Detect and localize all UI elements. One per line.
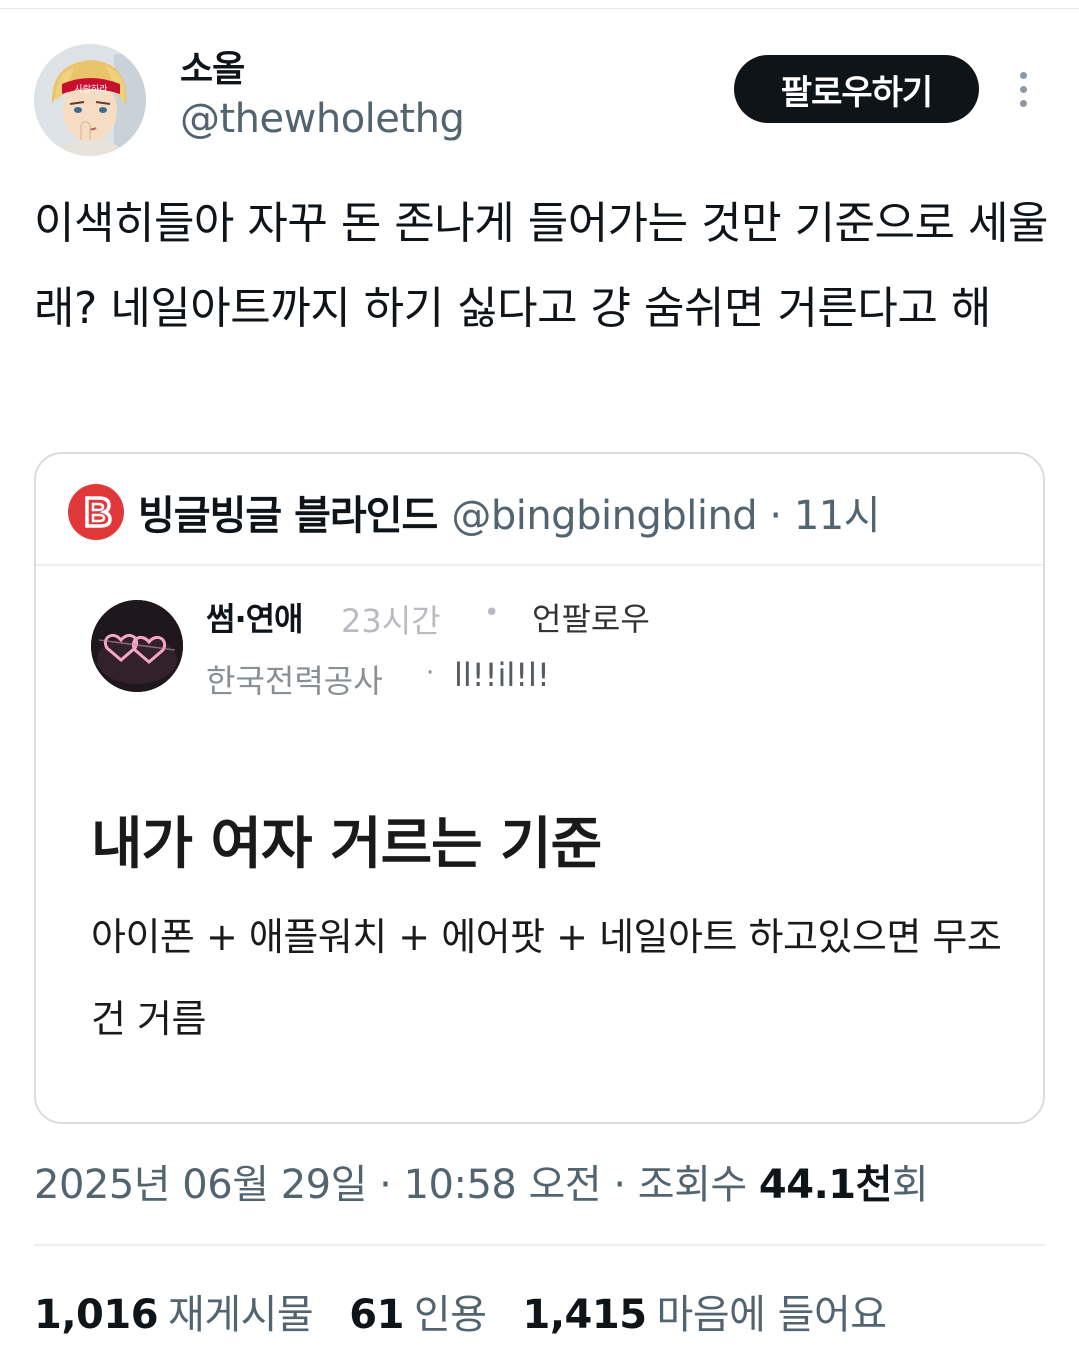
engagement-stats: 1,016 재게시물 61 인용 1,415 마음에 들어요 <box>34 1282 923 1340</box>
inner-post-body: 아이폰 + 애플워치 + 에어팟 + 네일아트 하고있으면 무조건 거름 <box>91 915 1002 1041</box>
likes-stat[interactable]: 1,415 마음에 들어요 <box>522 1282 888 1340</box>
quote-author-name[interactable]: 빙글빙글 블라인드 <box>138 483 438 541</box>
retweets-stat[interactable]: 1,016 재게시물 <box>34 1282 314 1340</box>
quote-handle-time: @bingbingblind · 11시 <box>451 493 881 539</box>
bingbing-logo-icon <box>68 484 124 540</box>
view-count: 44.1천 <box>758 1162 893 1208</box>
retweets-label: 재게시물 <box>168 1292 314 1338</box>
quoted-tweet-card[interactable]: 빙글빙글 블라인드 @bingbingblind · 11시 썸·연애 23시간… <box>34 452 1045 1124</box>
inner-unfollow-link: 언팔로우 <box>532 600 650 638</box>
likes-label: 마음에 들어요 <box>656 1292 888 1338</box>
tweet-text: 이색히들아 자꾸 돈 존나게 들어가는 것만 기준으로 세울래? 네일아트까지 … <box>34 198 1048 334</box>
inner-post-nickname: ll!!il!l! <box>454 656 550 694</box>
author-display-name[interactable]: 소올 <box>180 40 245 92</box>
more-options-icon[interactable] <box>1010 70 1038 110</box>
author-avatar[interactable]: 사랑하라 <box>34 44 146 156</box>
inner-post-category: 썸·연애 <box>206 600 303 638</box>
tweet-meta: 2025년 06월 29일 · 10:58 오전 · 조회수 44.1천회 <box>34 1152 929 1210</box>
avatar-headband-text: 사랑하라 <box>74 83 108 95</box>
inner-post-separator: • <box>484 598 500 628</box>
inner-post-title: 내가 여자 거르는 기준 <box>91 812 602 877</box>
quote-divider <box>36 564 1043 566</box>
heart-neon-icon <box>91 600 183 692</box>
inner-post-company: 한국전력공사 <box>206 662 383 700</box>
inner-post-time: 23시간 <box>341 602 441 640</box>
view-count-suffix: 회 <box>891 1162 929 1208</box>
quotes-count: 61 <box>349 1292 404 1338</box>
author-handle[interactable]: @thewholethg <box>180 96 465 142</box>
inner-post-avatar <box>91 600 183 692</box>
quotes-label: 인용 <box>413 1292 487 1338</box>
top-divider <box>0 8 1079 9</box>
stats-divider <box>34 1244 1045 1246</box>
tweet-datetime[interactable]: 2025년 06월 29일 · 10:58 오전 · 조회수 <box>34 1162 759 1208</box>
follow-button[interactable]: 팔로우하기 <box>734 55 979 123</box>
inner-post-separator-2: · <box>426 658 435 688</box>
retweets-count: 1,016 <box>34 1292 159 1338</box>
avatar-illustration: 사랑하라 <box>34 44 146 156</box>
quotes-stat[interactable]: 61 인용 <box>349 1282 487 1340</box>
quote-header: 빙글빙글 블라인드 @bingbingblind · 11시 <box>68 483 881 541</box>
likes-count: 1,415 <box>522 1292 648 1338</box>
